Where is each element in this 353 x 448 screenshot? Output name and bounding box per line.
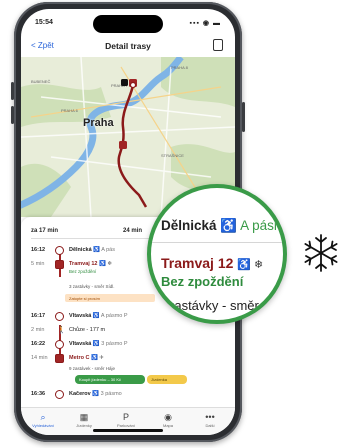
- row-text: Metro C ♿ ✈: [69, 355, 105, 361]
- stop-icon: [55, 390, 64, 399]
- row-time: 14 min: [31, 355, 48, 361]
- map-icon: ◉: [164, 412, 172, 422]
- zoom-delay-status: Bez zpoždění: [161, 274, 244, 289]
- stop-icon: [55, 312, 64, 321]
- tab-more[interactable]: ••• Další: [192, 412, 228, 428]
- svg-text:PRAHA 8: PRAHA 8: [171, 65, 189, 70]
- svg-text:PRAHA 6: PRAHA 6: [61, 108, 79, 113]
- info-note[interactable]: Zatopte si prosím: [65, 294, 155, 302]
- tab-label: Vyhledávání: [32, 423, 54, 428]
- ticket-badge[interactable]: Jízdenka: [147, 375, 187, 384]
- nav-header: < Zpět Detail trasy: [21, 35, 235, 57]
- delay-status: Bez zpoždění: [69, 269, 97, 274]
- volume-down-button: [11, 106, 14, 124]
- row-text: Kačerov ♿ 3 pásmo: [69, 391, 122, 397]
- row-time: 2 min: [31, 327, 45, 333]
- tab-duration[interactable]: 24 min: [123, 228, 142, 234]
- list-item[interactable]: 14 min Metro C ♿ ✈: [31, 353, 225, 365]
- snowflake-icon: [304, 234, 338, 272]
- tab-label: Parkování: [116, 423, 135, 428]
- walk-icon: 🚶: [57, 327, 66, 334]
- svg-text:BUBENEČ: BUBENEČ: [31, 79, 50, 84]
- tab-label: Další: [205, 423, 215, 428]
- row-time: 16:36: [31, 391, 46, 397]
- status-icons: ▪▪▪ ◉ ▬: [189, 20, 221, 27]
- stops-count: 3 zastávky - směr Sídl.: [69, 284, 115, 289]
- stop-icon: [55, 340, 64, 349]
- list-item[interactable]: 16:22 Vltavská ♿ 3 pásmo P: [31, 339, 225, 351]
- tab-search[interactable]: ⌕ Vyhledávání: [25, 412, 61, 428]
- home-indicator: [93, 429, 163, 432]
- tab-tickets[interactable]: ▦ Jízdenky: [66, 412, 102, 428]
- tab-parking[interactable]: P Parkování: [108, 412, 144, 428]
- zoom-magnifier: Dělnická ♿ A pásm Tramvaj 12 ♿ ❄ Bez zpo…: [147, 184, 287, 324]
- tram-icon: [55, 260, 64, 269]
- row-text: Dělnická ♿ A pás: [69, 247, 115, 253]
- ticket-icon: ▦: [79, 412, 89, 422]
- tab-label: Mapa: [162, 423, 173, 428]
- svg-text:STRAŠNICE: STRAŠNICE: [161, 153, 184, 158]
- power-button: [242, 102, 245, 132]
- buy-ticket-button[interactable]: Koupit jízdenku – 30 Kč: [75, 375, 145, 384]
- row-text: Vltavská ♿ A pásmo P: [69, 313, 128, 319]
- map-city-label: Praha: [83, 117, 114, 129]
- zoom-stop-name: Dělnická ♿ A pásm: [161, 218, 286, 233]
- row-text: Chůze - 177 m: [69, 327, 106, 333]
- row-text: Tramvaj 12 ♿ ❄: [69, 261, 112, 267]
- zoom-line-name: Tramvaj 12 ♿ ❄: [161, 255, 264, 271]
- tab-bar: ⌕ Vyhledávání ▦ Jízdenky P Parkování ◉ M…: [21, 407, 235, 435]
- tab-label: Jízdenky: [76, 423, 92, 428]
- share-icon[interactable]: [213, 39, 223, 51]
- stops-count: 9 zastávek - směr Háje: [69, 366, 116, 371]
- row-time: 16:17: [31, 313, 46, 319]
- divider: [151, 242, 283, 243]
- metro-icon: [55, 354, 64, 363]
- list-item[interactable]: 2 min 🚶 Chůze - 177 m: [31, 325, 225, 337]
- parking-icon: P: [122, 412, 129, 422]
- more-icon: •••: [205, 412, 215, 422]
- row-time: 16:12: [31, 247, 46, 253]
- search-icon: ⌕: [40, 412, 46, 422]
- dynamic-island: [93, 15, 163, 33]
- list-item[interactable]: 16:36 Kačerov ♿ 3 pásmo: [31, 389, 225, 401]
- tab-map[interactable]: ◉ Mapa: [150, 412, 186, 428]
- row-time: 16:22: [31, 341, 46, 347]
- row-text: Vltavská ♿ 3 pásmo P: [69, 341, 128, 347]
- status-time: 15:54: [35, 19, 53, 26]
- volume-up-button: [11, 82, 14, 100]
- row-time: 5 min: [31, 261, 45, 267]
- page-title: Detail trasy: [105, 41, 151, 51]
- stop-icon: [55, 246, 64, 255]
- zoom-stops-count: 3 zastávky - směr: [157, 298, 259, 313]
- tab-departure[interactable]: za 17 min: [31, 228, 58, 234]
